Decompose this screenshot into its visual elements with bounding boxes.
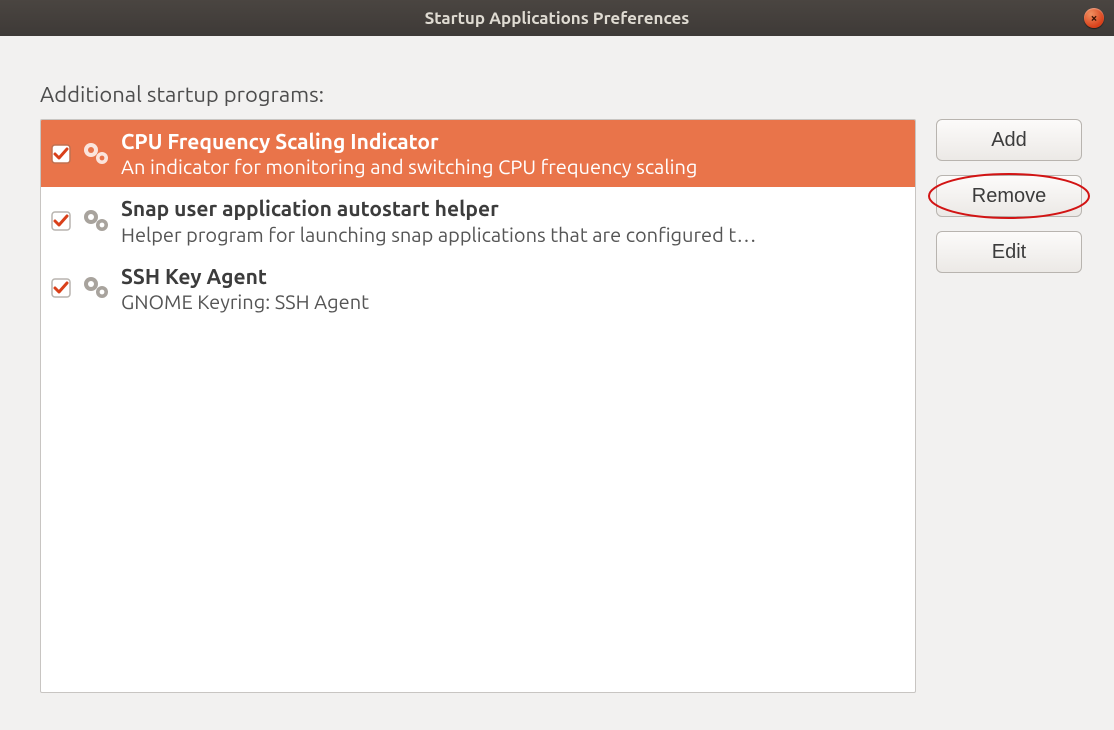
item-description: An indicator for monitoring and switchin…	[121, 154, 905, 179]
close-icon: ×	[1091, 12, 1098, 25]
window-content: Additional startup programs:	[0, 36, 1114, 730]
list-item[interactable]: CPU Frequency Scaling Indicator An indic…	[41, 120, 915, 187]
item-name: Snap user application autostart helper	[121, 195, 905, 221]
enable-checkbox[interactable]	[51, 278, 71, 298]
enable-checkbox[interactable]	[51, 211, 71, 231]
item-description: GNOME Keyring: SSH Agent	[121, 289, 905, 314]
window-title: Startup Applications Preferences	[425, 9, 690, 28]
item-name: SSH Key Agent	[121, 263, 905, 289]
item-description: Helper program for launching snap applic…	[121, 222, 905, 247]
add-button[interactable]: Add	[936, 119, 1082, 161]
gears-icon	[79, 271, 113, 305]
gears-icon	[79, 137, 113, 171]
edit-button[interactable]: Edit	[936, 231, 1082, 273]
item-name: CPU Frequency Scaling Indicator	[121, 128, 905, 154]
enable-checkbox[interactable]	[51, 144, 71, 164]
list-item[interactable]: Snap user application autostart helper H…	[41, 187, 915, 254]
list-item[interactable]: SSH Key Agent GNOME Keyring: SSH Agent	[41, 255, 915, 322]
close-button[interactable]: ×	[1084, 8, 1104, 28]
remove-button[interactable]: Remove	[936, 175, 1082, 217]
side-buttons: Add Remove Edit	[936, 119, 1082, 693]
section-label: Additional startup programs:	[40, 82, 1082, 107]
gears-icon	[79, 204, 113, 238]
startup-programs-list[interactable]: CPU Frequency Scaling Indicator An indic…	[40, 119, 916, 693]
title-bar: Startup Applications Preferences ×	[0, 0, 1114, 36]
